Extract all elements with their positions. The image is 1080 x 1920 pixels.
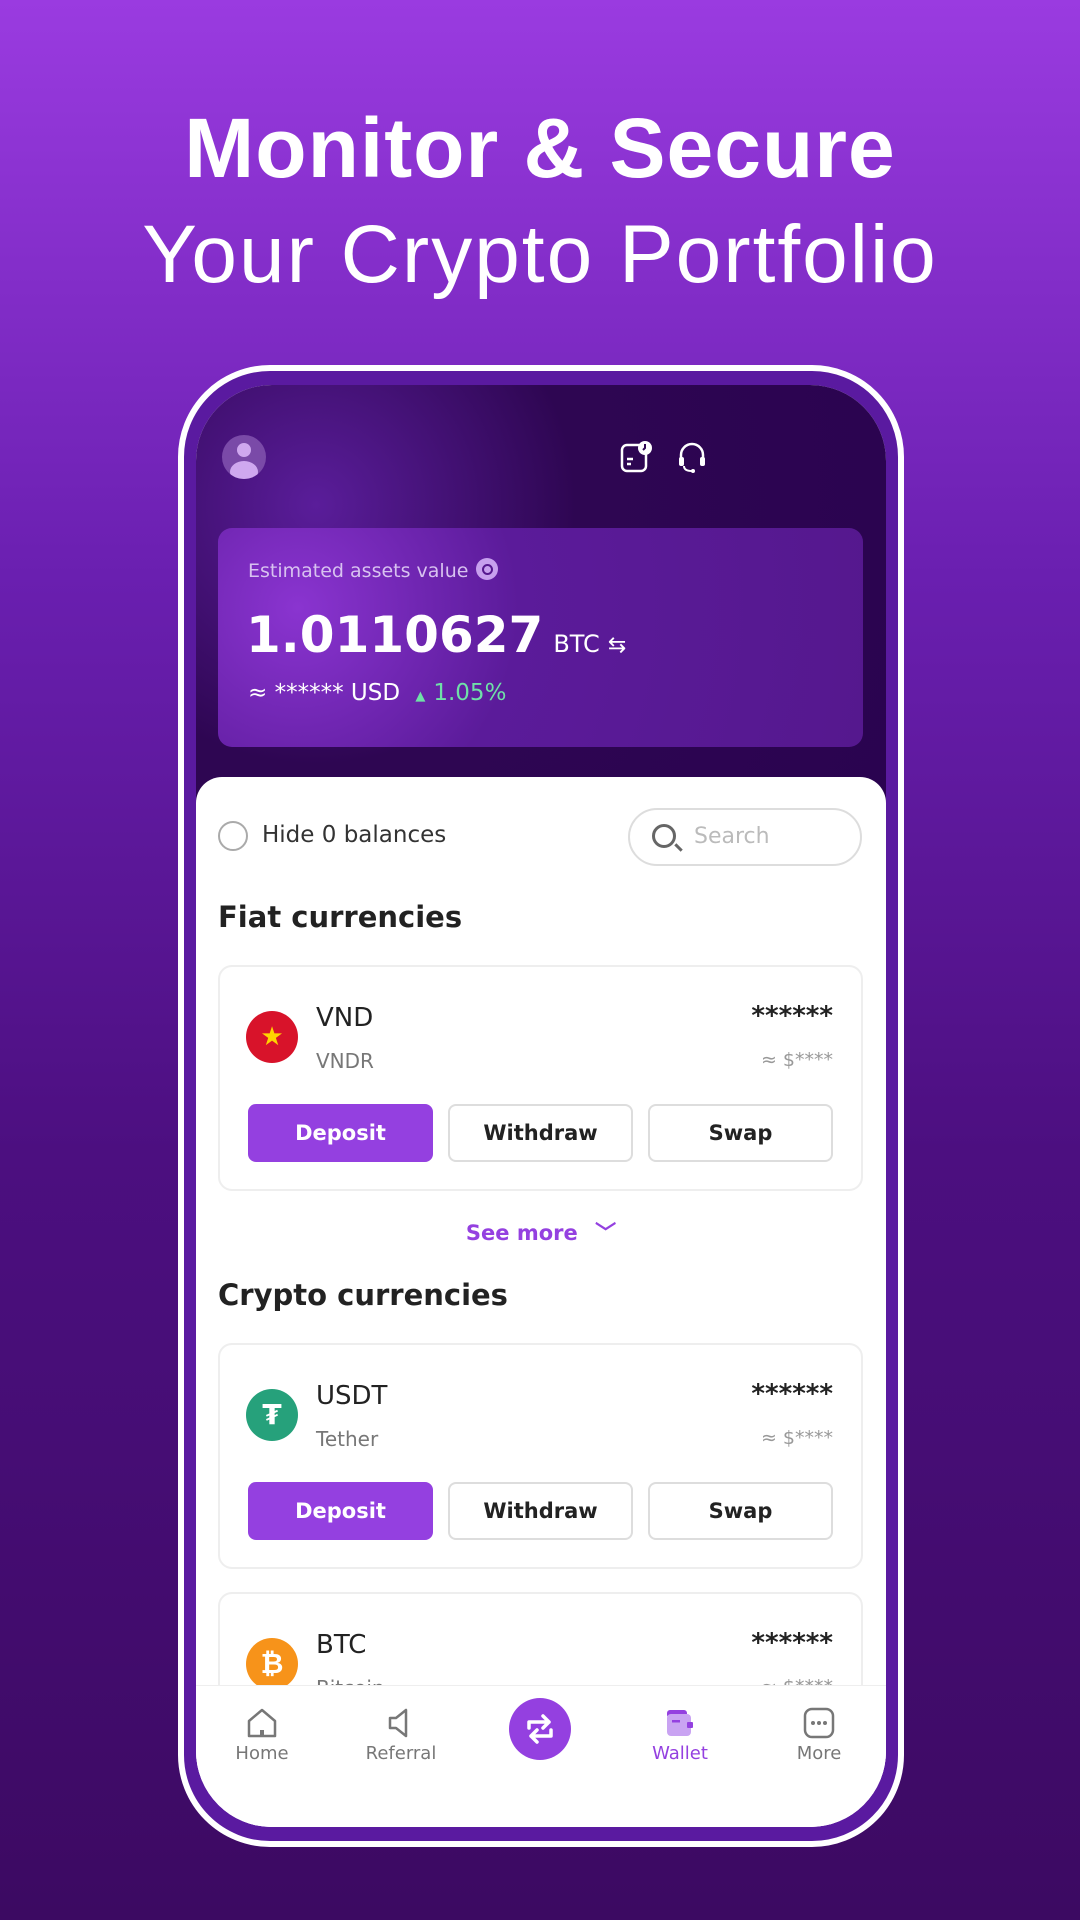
crypto-title: Crypto currencies: [218, 1278, 508, 1312]
nav-referral[interactable]: Referral: [346, 1686, 456, 1796]
withdraw-button[interactable]: Withdraw: [448, 1104, 633, 1162]
phone-screen: Estimated assets value 1.0110627 BTC ⇆ ≈ *…: [196, 385, 886, 1827]
asset-symbol: VND: [316, 1003, 374, 1033]
asset-name: VNDR: [316, 1049, 374, 1073]
swap-button[interactable]: Swap: [648, 1482, 833, 1540]
home-icon: [247, 1708, 277, 1738]
swap-fab-button[interactable]: [509, 1698, 571, 1760]
asset-balance: ******: [751, 1001, 833, 1031]
more-icon: [803, 1707, 835, 1739]
see-more-button[interactable]: See more ﹀: [196, 1217, 886, 1247]
deposit-button[interactable]: Deposit: [248, 1482, 433, 1540]
asset-balance: ******: [751, 1628, 833, 1658]
nav-wallet[interactable]: Wallet: [625, 1686, 735, 1796]
search-placeholder: Search: [694, 824, 770, 849]
deposit-button[interactable]: Deposit: [248, 1104, 433, 1162]
hide-zero-checkbox[interactable]: [218, 821, 248, 851]
tether-icon: ₮: [246, 1389, 298, 1441]
asset-card-vnd: ★ VND VNDR ****** ≈ $**** Deposit Withdr…: [218, 965, 863, 1191]
asset-fiat: ≈ $****: [760, 1049, 833, 1071]
headline-line2: Your Crypto Portfolio: [142, 209, 938, 300]
headline-line1: Monitor & Secure: [184, 101, 896, 195]
user-avatar-icon[interactable]: [222, 435, 266, 479]
hide-zero-label[interactable]: Hide 0 balances: [262, 822, 446, 848]
asset-symbol: BTC: [316, 1630, 367, 1660]
swap-arrows-icon: [527, 1714, 553, 1744]
asset-name: Tether: [316, 1427, 379, 1451]
withdraw-button[interactable]: Withdraw: [448, 1482, 633, 1540]
assets-change: 1.05%: [433, 680, 507, 706]
bitcoin-icon: ₿: [246, 1638, 298, 1690]
nav-home[interactable]: Home: [207, 1686, 317, 1796]
assets-card: Estimated assets value 1.0110627 BTC ⇆ ≈ *…: [218, 528, 863, 747]
assets-usd: ≈ ****** USD: [248, 680, 401, 706]
assets-value: 1.0110627: [246, 606, 544, 664]
megaphone-icon: [388, 1708, 408, 1738]
chevron-down-icon: ﹀: [595, 1221, 617, 1245]
nav-more[interactable]: More: [764, 1686, 874, 1796]
headset-icon[interactable]: [674, 439, 710, 475]
header: Estimated assets value 1.0110627 BTC ⇆ ≈ *…: [196, 385, 886, 805]
asset-fiat: ≈ $****: [760, 1427, 833, 1449]
swap-button[interactable]: Swap: [648, 1104, 833, 1162]
bottom-nav: Home Referral Wallet More: [196, 1685, 886, 1827]
search-icon: [652, 824, 676, 848]
vietnam-flag-icon: ★: [246, 1011, 298, 1063]
up-arrow-icon: ▲: [415, 689, 426, 704]
asset-card-usdt: ₮ USDT Tether ****** ≈ $**** Deposit Wit…: [218, 1343, 863, 1569]
wallet-icon: [667, 1710, 693, 1736]
swap-unit-icon[interactable]: ⇆: [608, 633, 626, 658]
history-icon[interactable]: [618, 439, 654, 475]
fiat-title: Fiat currencies: [218, 900, 463, 934]
asset-symbol: USDT: [316, 1381, 388, 1411]
assets-unit: BTC: [553, 630, 600, 658]
search-input[interactable]: Search: [628, 808, 862, 866]
assets-label: Estimated assets value: [248, 560, 469, 582]
eye-icon[interactable]: [476, 558, 499, 580]
asset-balance: ******: [751, 1379, 833, 1409]
